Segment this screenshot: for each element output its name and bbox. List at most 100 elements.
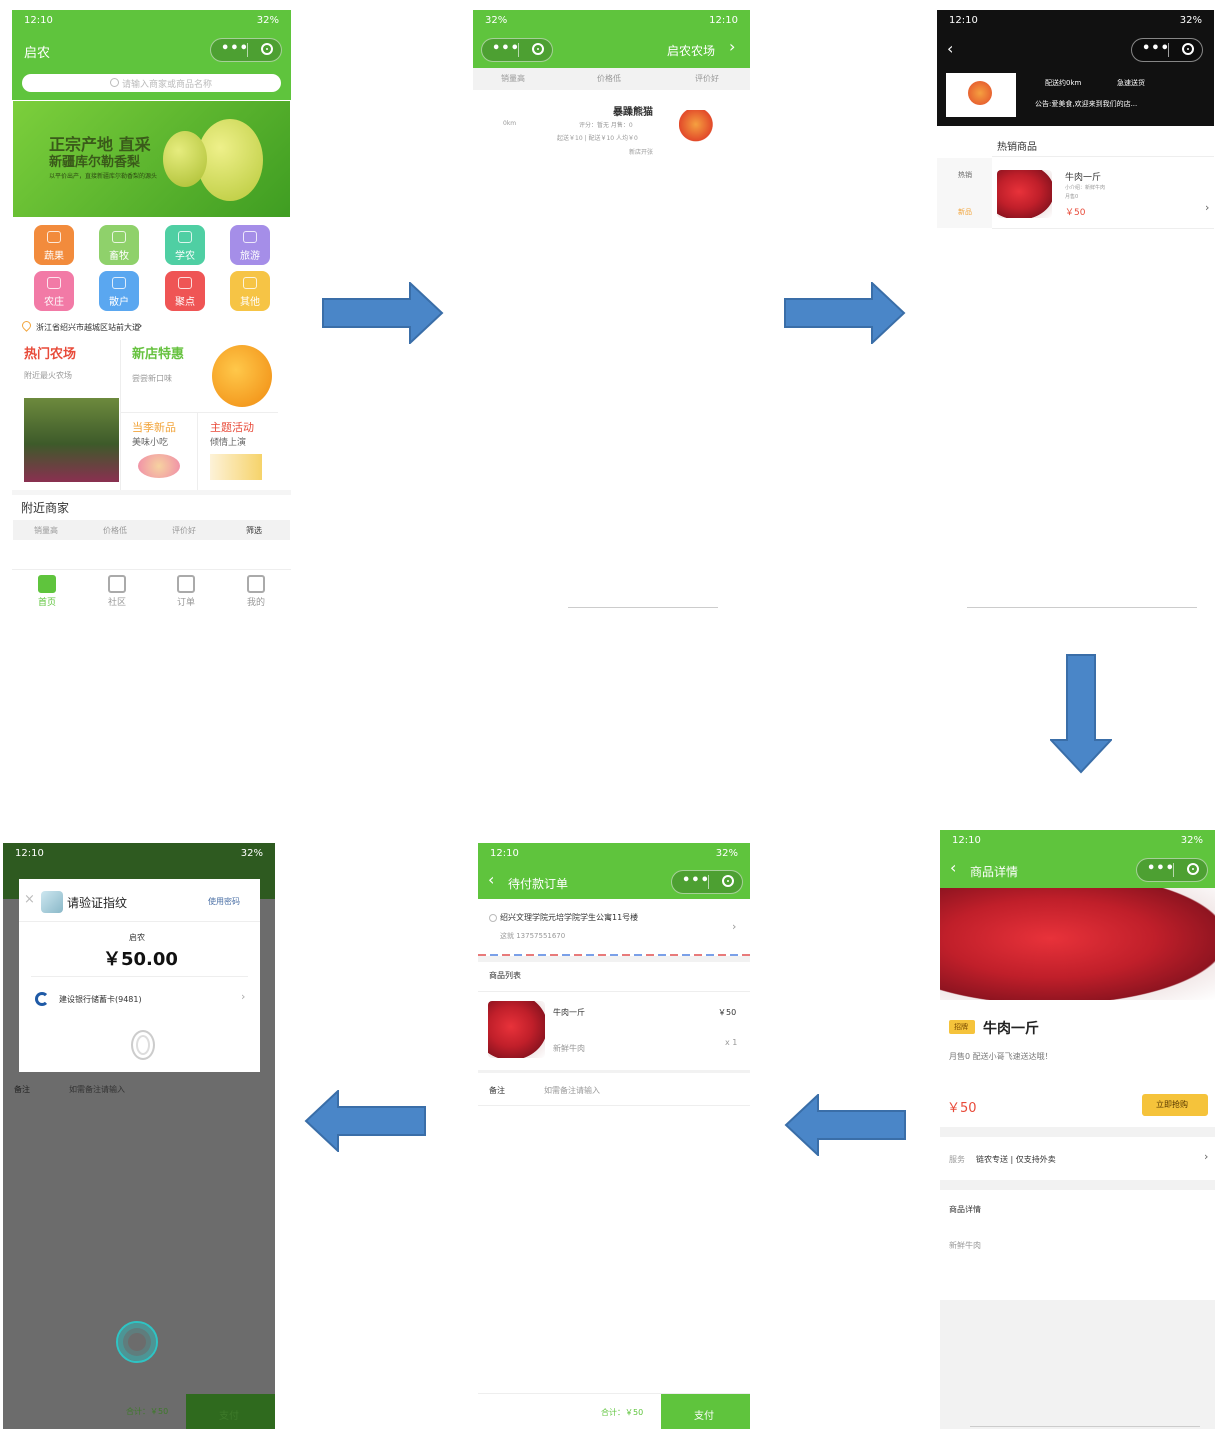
- category-label: 其他: [240, 297, 260, 308]
- screen-shop: 12:10 32% ‹ ••• 配送约0km 急速送货 公告:爱美食,欢迎来到我们…: [937, 10, 1214, 610]
- hot-farm-title[interactable]: 热门农场: [24, 343, 76, 362]
- use-password-link[interactable]: 使用密码: [208, 896, 240, 907]
- flow-arrow-left-2: [304, 1090, 426, 1152]
- tab-label: 社区: [107, 598, 126, 608]
- search-icon: [110, 78, 119, 87]
- category-label: 学农: [175, 251, 195, 262]
- tab-2[interactable]: 订单: [161, 575, 211, 608]
- location-chevron-icon: ›: [138, 319, 143, 332]
- banner[interactable]: 正宗产地 直采 新疆库尔勒香梨 以平价出产，直接新疆库尔勒香梨的源头: [13, 101, 290, 217]
- new-shop-image: [212, 345, 272, 407]
- speed-info: 急速送货: [1117, 79, 1145, 87]
- status-bar: 12:10 32%: [485, 15, 738, 26]
- season-image: [138, 454, 180, 478]
- mini-program-capsule[interactable]: •••: [210, 38, 282, 62]
- location-pin-icon: [20, 319, 33, 332]
- side-tab-new[interactable]: 新品: [958, 207, 972, 217]
- mini-program-capsule[interactable]: •••: [1136, 858, 1208, 882]
- mini-program-capsule[interactable]: •••: [1131, 38, 1203, 62]
- category-icon: [112, 231, 126, 243]
- mini-program-capsule[interactable]: •••: [481, 38, 553, 62]
- product-chevron-icon[interactable]: ›: [1205, 201, 1209, 214]
- detail-text: 新鲜牛肉: [949, 1241, 981, 1250]
- category-7[interactable]: 其他: [230, 271, 270, 311]
- tab-label: 订单: [176, 598, 195, 608]
- back-chevron-icon[interactable]: ‹: [950, 858, 956, 877]
- category-icon: [112, 277, 126, 289]
- fingerprint-icon: [131, 1030, 155, 1060]
- category-0[interactable]: 蔬果: [34, 225, 74, 265]
- screen-pending-order: 12:10 32% ‹ 待付款订单 ••• 绍兴文理学院元培学院学生公寓11号楼 …: [478, 843, 750, 1429]
- side-tab-hot[interactable]: 热销: [958, 170, 972, 180]
- home-icon: [38, 575, 56, 593]
- category-icon: [178, 231, 192, 243]
- bank-card[interactable]: 建设银行储蓄卡(9481): [59, 994, 142, 1005]
- shop-tag: 新店开张: [629, 149, 654, 156]
- back-chevron-icon[interactable]: ‹: [488, 870, 494, 889]
- search-input[interactable]: 请输入商家或商品名称: [22, 74, 281, 92]
- back-chevron-icon[interactable]: ›: [729, 37, 735, 56]
- new-shop-title[interactable]: 新店特惠: [132, 343, 184, 362]
- season-title[interactable]: 当季新品: [132, 419, 176, 435]
- buy-now-button[interactable]: 立即抢购: [1142, 1094, 1208, 1116]
- category-icon: [243, 231, 257, 243]
- theme-image: [210, 454, 262, 480]
- category-5[interactable]: 散户: [99, 271, 139, 311]
- product-name[interactable]: 牛肉一斤: [1065, 170, 1101, 183]
- dialog-title: 请验证指纹: [67, 896, 128, 910]
- nearby-filter-2[interactable]: 评价好: [172, 525, 196, 536]
- flow-arrow-left-1: [784, 1094, 906, 1156]
- category-icon: [47, 231, 61, 243]
- category-1[interactable]: 畜牧: [99, 225, 139, 265]
- theme-title[interactable]: 主题活动: [210, 419, 254, 435]
- remark-input: 如需备注请输入: [69, 1085, 125, 1094]
- nearby-filter-0[interactable]: 销量高: [34, 525, 58, 536]
- address[interactable]: 绍兴文理学院元培学院学生公寓11号楼: [500, 912, 638, 923]
- screen-product-detail: 12:10 32% ‹ 商品详情 ••• 招牌 牛肉一斤 月售0 配送小哥飞速送达…: [940, 830, 1215, 1429]
- profile-icon: [247, 575, 265, 593]
- category-4[interactable]: 农庄: [34, 271, 74, 311]
- service-value[interactable]: 链农专送 | 仅支持外卖: [976, 1154, 1056, 1165]
- shop-logo: [946, 73, 1016, 117]
- close-icon[interactable]: ×: [24, 892, 35, 907]
- farm-filter-1[interactable]: 价格低: [597, 73, 621, 84]
- farm-filter-2[interactable]: 评价好: [695, 73, 719, 84]
- pay-button: 支付: [186, 1394, 275, 1429]
- nearby-filter-3[interactable]: 筛选: [246, 525, 262, 536]
- pear-image-2: [163, 131, 207, 187]
- tab-0[interactable]: 首页: [22, 575, 72, 608]
- category-2[interactable]: 学农: [165, 225, 205, 265]
- product-name: 牛肉一斤: [983, 1021, 1039, 1037]
- bank-logo-icon: [35, 992, 49, 1006]
- item-image: [488, 1001, 545, 1058]
- app-icon: [41, 891, 63, 913]
- flow-arrow-right-1: [322, 282, 444, 344]
- banner-line3: 以平价出产，直接新疆库尔勒香梨的源头: [49, 173, 158, 180]
- category-6[interactable]: 聚点: [165, 271, 205, 311]
- service-chevron-icon[interactable]: ›: [1204, 1150, 1208, 1163]
- shop-name[interactable]: 暴躁熊猫: [613, 103, 653, 118]
- item-qty: x 1: [725, 1038, 738, 1047]
- tab-3[interactable]: 我的: [231, 575, 281, 608]
- location-text[interactable]: 浙江省绍兴市越城区站前大道: [36, 322, 140, 333]
- card-chevron-icon[interactable]: ›: [241, 990, 245, 1003]
- remark-input[interactable]: 如需备注请输入: [544, 1085, 600, 1096]
- tab-label: 我的: [246, 598, 265, 608]
- section-title: 热销商品: [997, 142, 1037, 153]
- shop-line2: 起送￥10 | 配送￥10 人均￥0: [557, 135, 638, 142]
- back-chevron-icon[interactable]: ‹: [947, 39, 953, 58]
- sales-info: 月售0 配送小哥飞速送达哦！: [949, 1052, 1053, 1061]
- farm-title: 启农农场: [667, 44, 716, 58]
- merchant-name: 启农: [129, 933, 145, 942]
- mini-program-capsule[interactable]: •••: [671, 870, 743, 894]
- shop-distance: 0km: [503, 120, 517, 127]
- tab-1[interactable]: 社区: [92, 575, 142, 608]
- pay-button[interactable]: 支付: [661, 1394, 750, 1429]
- order-icon: [177, 575, 195, 593]
- category-3[interactable]: 旅游: [230, 225, 270, 265]
- detail-title: 商品详情: [949, 1205, 981, 1214]
- season-sub: 美味小吃: [132, 438, 169, 448]
- nearby-filter-1[interactable]: 价格低: [103, 525, 127, 536]
- address-chevron-icon[interactable]: ›: [732, 920, 736, 933]
- farm-filter-0[interactable]: 销量高: [501, 73, 525, 84]
